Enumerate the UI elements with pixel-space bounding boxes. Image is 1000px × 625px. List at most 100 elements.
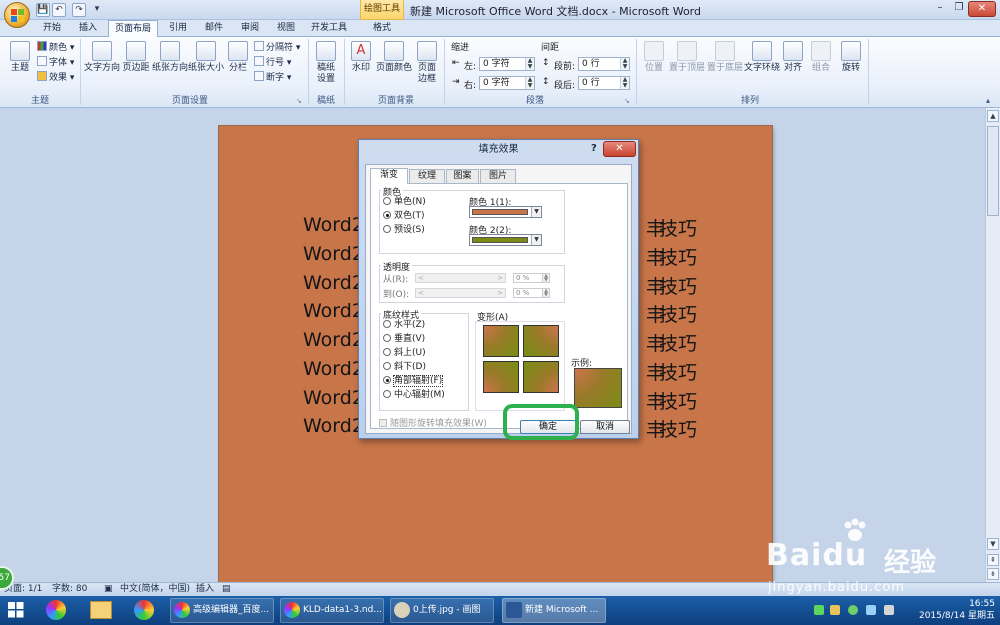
taskbar-item-editor[interactable]: 高级编辑器_百度...: [170, 598, 274, 623]
slider-right-icon[interactable]: >: [497, 289, 503, 297]
transparency-to-input[interactable]: 0 % ▲ ▼: [513, 288, 550, 298]
volume-icon[interactable]: [884, 605, 894, 615]
orientation-button[interactable]: 纸张方向: [152, 41, 188, 74]
theme-effects-button[interactable]: 效果 ▾: [37, 71, 74, 84]
scroll-thumb[interactable]: [987, 126, 999, 216]
spacing-before-input[interactable]: 0 行 ▲ ▼: [578, 57, 630, 71]
restore-button[interactable]: ❐: [950, 1, 968, 17]
page-borders-button[interactable]: 页面 边框: [414, 41, 440, 85]
insert-mode[interactable]: 插入: [196, 583, 214, 596]
spin-arrows-icon[interactable]: ▲ ▼: [542, 274, 549, 283]
draft-settings-button[interactable]: 稿纸 设置: [312, 41, 340, 85]
two-colors-radio[interactable]: 双色(T): [383, 211, 425, 222]
app-icon-1[interactable]: [46, 600, 66, 620]
undo-icon[interactable]: ↶: [52, 3, 66, 17]
slider-left-icon[interactable]: <: [418, 274, 424, 282]
tab-pattern[interactable]: 图案: [446, 169, 479, 183]
themes-button[interactable]: 主题: [6, 41, 34, 74]
minimize-button[interactable]: –: [930, 1, 950, 17]
rotate-button[interactable]: 旋转: [838, 41, 864, 74]
paragraph-launcher-icon[interactable]: ↘: [624, 95, 630, 107]
dialog-close-button[interactable]: ✕: [603, 141, 636, 157]
language[interactable]: 中文(简体，中国): [120, 583, 190, 596]
spin-arrows-icon[interactable]: ▲ ▼: [542, 289, 549, 298]
tab-gradient[interactable]: 渐变: [370, 168, 408, 184]
tab-view[interactable]: 视图: [270, 20, 302, 37]
network-icon[interactable]: [830, 605, 840, 615]
chevron-down-icon[interactable]: ▼: [531, 207, 541, 217]
indent-right-input[interactable]: 0 字符 ▲ ▼: [479, 76, 535, 90]
send-to-back-button[interactable]: 置于底层: [706, 41, 744, 74]
slider-left-icon[interactable]: <: [418, 289, 424, 297]
battery-icon[interactable]: [814, 605, 824, 615]
help-icon[interactable]: ?: [591, 143, 597, 154]
spin-arrows-icon[interactable]: ▲ ▼: [525, 77, 534, 89]
action-center-icon[interactable]: [866, 605, 876, 615]
tab-review[interactable]: 审阅: [234, 20, 266, 37]
previous-page-icon[interactable]: ⇞: [987, 554, 999, 566]
spin-arrows-icon[interactable]: ▲ ▼: [620, 58, 629, 70]
margins-button[interactable]: 页边距: [120, 41, 152, 74]
spin-arrows-icon[interactable]: ▲ ▼: [525, 58, 534, 70]
shading-from-center-radio[interactable]: 中心辐射(M): [383, 390, 445, 401]
scroll-up-icon[interactable]: ▲: [987, 110, 999, 122]
spin-arrows-icon[interactable]: ▲ ▼: [620, 77, 629, 89]
theme-colors-button[interactable]: 颜色 ▾: [37, 41, 74, 54]
text-direction-button[interactable]: 文字方向: [84, 41, 120, 74]
breaks-button[interactable]: 分隔符 ▾: [254, 41, 300, 54]
transparency-from-input[interactable]: 0 % ▲ ▼: [513, 273, 550, 283]
proofing-icon[interactable]: ▣: [104, 583, 113, 596]
close-button[interactable]: ✕: [968, 1, 996, 17]
cancel-button[interactable]: 取消: [580, 420, 630, 434]
position-button[interactable]: 位置: [640, 41, 668, 74]
taskbar-item-kld[interactable]: KLD-data1-3.nd...: [280, 598, 384, 623]
slider-right-icon[interactable]: >: [497, 274, 503, 282]
bring-to-front-button[interactable]: 置于顶层: [668, 41, 706, 74]
macro-record-icon[interactable]: ▤: [222, 583, 231, 596]
text-wrapping-button[interactable]: 文字环绕: [744, 41, 780, 74]
next-page-icon[interactable]: ⇟: [987, 568, 999, 580]
shading-diagonal-up-radio[interactable]: 斜上(U): [383, 348, 426, 359]
spacing-after-input[interactable]: 0 行 ▲ ▼: [578, 76, 630, 90]
tab-insert[interactable]: 插入: [72, 20, 104, 37]
watermark-button[interactable]: A 水印: [348, 41, 374, 74]
color1-dropdown[interactable]: ▼: [469, 206, 542, 218]
shading-vertical-radio[interactable]: 垂直(V): [383, 334, 425, 345]
office-button[interactable]: [4, 2, 30, 28]
vertical-scrollbar[interactable]: ▲ ▼ ⇞ ⇟: [985, 108, 1000, 582]
ribbon-collapse-icon[interactable]: ▴: [986, 95, 990, 107]
tab-mailings[interactable]: 邮件: [198, 20, 230, 37]
line-numbers-button[interactable]: 行号 ▾: [254, 56, 291, 69]
save-icon[interactable]: 💾: [36, 3, 50, 17]
variant-top-right[interactable]: [523, 325, 559, 357]
variant-bottom-right[interactable]: [523, 361, 559, 393]
word-count[interactable]: 字数: 80: [52, 583, 87, 596]
shading-horizontal-radio[interactable]: 水平(Z): [383, 320, 425, 331]
tab-references[interactable]: 引用: [162, 20, 194, 37]
shading-from-corner-radio[interactable]: 角部辐射(F): [383, 375, 444, 387]
shading-diagonal-down-radio[interactable]: 斜下(D): [383, 362, 426, 373]
theme-fonts-button[interactable]: 字体 ▾: [37, 56, 74, 69]
clock[interactable]: 16:55 2015/8/14 星期五: [905, 598, 995, 622]
taskbar-item-word[interactable]: 新建 Microsoft ...: [502, 598, 606, 623]
customize-quick-access-icon[interactable]: ▾: [90, 3, 104, 17]
scroll-down-icon[interactable]: ▼: [987, 538, 999, 550]
security-icon[interactable]: [848, 605, 858, 615]
tab-picture[interactable]: 图片: [480, 169, 516, 183]
tab-home[interactable]: 开始: [36, 20, 68, 37]
taskbar-item-paint[interactable]: 0上传.jpg - 画图: [390, 598, 494, 623]
tab-developer[interactable]: 开发工具: [306, 20, 352, 37]
preset-radio[interactable]: 预设(S): [383, 225, 425, 236]
rotate-with-shape-checkbox[interactable]: 随图形旋转填充效果(W): [379, 416, 487, 429]
size-button[interactable]: 纸张大小: [188, 41, 224, 74]
columns-button[interactable]: 分栏: [226, 41, 250, 74]
tab-texture[interactable]: 纹理: [409, 169, 445, 183]
redo-icon[interactable]: ↷: [72, 3, 86, 17]
group-objects-button[interactable]: 组合: [808, 41, 834, 74]
hyphenation-button[interactable]: 断字 ▾: [254, 71, 291, 84]
transparency-from-slider[interactable]: < >: [415, 273, 506, 283]
one-color-radio[interactable]: 单色(N): [383, 197, 426, 208]
tab-format[interactable]: 格式: [362, 20, 402, 37]
align-button[interactable]: 对齐: [780, 41, 806, 74]
start-button[interactable]: [8, 602, 24, 618]
